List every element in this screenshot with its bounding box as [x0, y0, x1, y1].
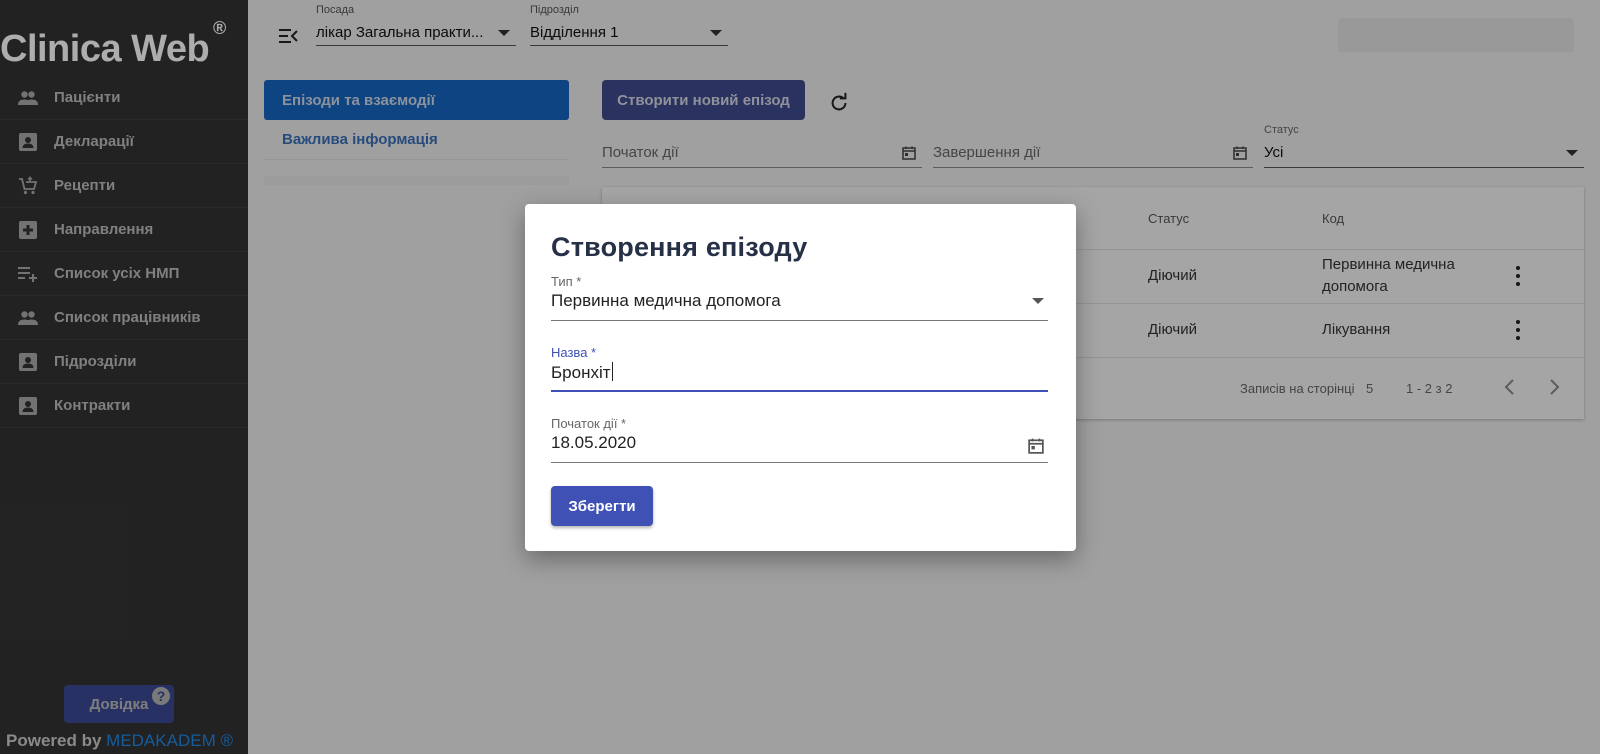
episode-name-field[interactable]: Назва * Бронхіт: [551, 345, 1048, 392]
create-episode-dialog: Створення епізоду Тип * Первинна медична…: [525, 204, 1076, 551]
name-label: Назва *: [551, 345, 597, 360]
text-cursor: [611, 362, 613, 381]
start-label: Початок дії *: [551, 416, 627, 431]
save-button[interactable]: Зберегти: [551, 486, 653, 526]
calendar-icon[interactable]: [1028, 438, 1044, 454]
name-value-text: Бронхіт: [551, 363, 611, 382]
chevron-down-icon: [1032, 298, 1044, 304]
type-label: Тип *: [551, 274, 582, 289]
dialog-title: Створення епізоду: [551, 232, 808, 262]
episode-type-select[interactable]: Тип * Первинна медична допомога: [551, 274, 1048, 321]
type-value: Первинна медична допомога: [551, 291, 781, 310]
name-value: Бронхіт: [551, 362, 613, 383]
episode-start-date-field[interactable]: Початок дії * 18.05.2020: [551, 416, 1048, 463]
start-value: 18.05.2020: [551, 433, 637, 452]
